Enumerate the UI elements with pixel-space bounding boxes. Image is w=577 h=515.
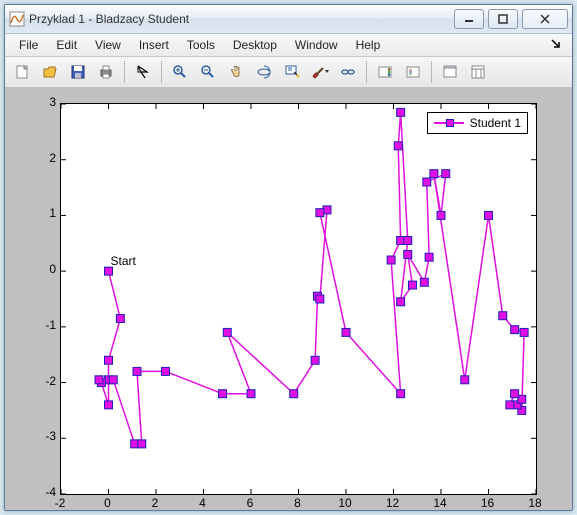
x-tick-label: 10 [338, 496, 351, 510]
app-icon [9, 11, 25, 27]
x-tick-label: 16 [481, 496, 494, 510]
y-tick-label: -2 [28, 374, 56, 388]
menubar: File Edit View Insert Tools Desktop Wind… [5, 34, 572, 57]
minimize-button[interactable] [454, 9, 484, 29]
x-tick-label: 18 [528, 496, 541, 510]
x-tick-label: -2 [55, 496, 66, 510]
y-tick-label: -1 [28, 318, 56, 332]
figure-area[interactable]: Student 1 Start -4-3-2-10123-20246810121… [5, 88, 572, 510]
data-cursor-button[interactable] [279, 59, 305, 85]
y-tick-label: 1 [28, 206, 56, 220]
insert-legend-button[interactable] [400, 59, 426, 85]
legend[interactable]: Student 1 [427, 112, 528, 134]
new-figure-button[interactable] [9, 59, 35, 85]
figure-window: Przyklad 1 - Bladzacy Student File Edit … [4, 4, 573, 511]
y-tick-label: 3 [28, 95, 56, 109]
titlebar[interactable]: Przyklad 1 - Bladzacy Student [5, 5, 572, 34]
x-tick-label: 4 [199, 496, 206, 510]
window-title: Przyklad 1 - Bladzacy Student [29, 12, 454, 26]
annotation-start: Start [111, 254, 136, 268]
insert-colorbar-button[interactable] [372, 59, 398, 85]
open-button[interactable] [37, 59, 63, 85]
y-tick-label: -4 [28, 485, 56, 499]
pan-button[interactable] [223, 59, 249, 85]
y-tick-label: 2 [28, 151, 56, 165]
dock-arrow-icon[interactable] [546, 38, 566, 53]
print-button[interactable] [93, 59, 119, 85]
link-data-button[interactable] [335, 59, 361, 85]
menu-view[interactable]: View [87, 36, 129, 54]
menu-help[interactable]: Help [348, 36, 389, 54]
maximize-button[interactable] [488, 9, 518, 29]
y-tick-label: -3 [28, 429, 56, 443]
zoom-out-button[interactable] [195, 59, 221, 85]
menu-desktop[interactable]: Desktop [225, 36, 285, 54]
close-button[interactable] [522, 9, 568, 29]
menu-insert[interactable]: Insert [131, 36, 177, 54]
rotate3d-button[interactable] [251, 59, 277, 85]
axes[interactable]: Student 1 Start [60, 103, 537, 495]
hide-plot-tools-button[interactable] [437, 59, 463, 85]
legend-marker-icon [434, 122, 464, 124]
x-tick-label: 2 [152, 496, 159, 510]
x-tick-label: 8 [294, 496, 301, 510]
zoom-in-button[interactable] [167, 59, 193, 85]
y-tick-label: 0 [28, 262, 56, 276]
x-tick-label: 0 [104, 496, 111, 510]
save-button[interactable] [65, 59, 91, 85]
x-tick-label: 14 [433, 496, 446, 510]
toolbar [5, 57, 572, 88]
menu-tools[interactable]: Tools [179, 36, 223, 54]
x-tick-label: 6 [247, 496, 254, 510]
edit-plot-button[interactable] [130, 59, 156, 85]
brush-button[interactable] [307, 59, 333, 85]
show-plot-tools-button[interactable] [465, 59, 491, 85]
menu-edit[interactable]: Edit [48, 36, 85, 54]
x-tick-label: 12 [386, 496, 399, 510]
menu-window[interactable]: Window [287, 36, 346, 54]
menu-file[interactable]: File [11, 36, 46, 54]
legend-entry-label: Student 1 [470, 116, 521, 130]
